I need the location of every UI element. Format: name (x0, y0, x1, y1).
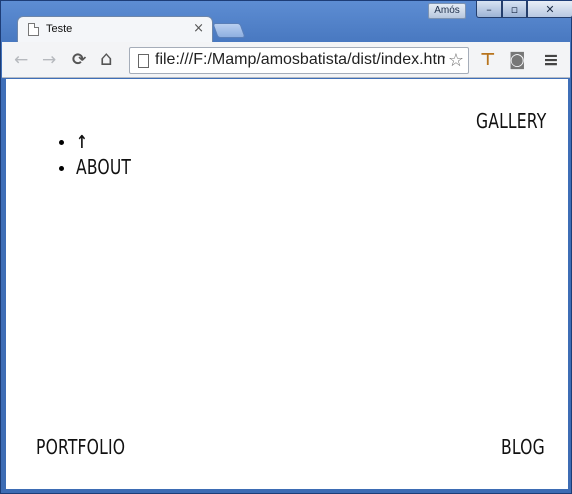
page-icon (28, 23, 39, 36)
extension-icon[interactable]: ⊤ (480, 50, 496, 70)
address-bar[interactable]: file:///F:/Mamp/amosbatista/dist/index.h… (129, 47, 469, 74)
list-item: ABOUT (76, 155, 147, 181)
tab-close-icon[interactable]: × (193, 21, 204, 36)
blog-link[interactable]: BLOG (501, 435, 545, 459)
page-viewport: ↑ ABOUT GALLERY PORTFOLIO BLOG (6, 79, 568, 489)
portfolio-link[interactable]: PORTFOLIO (36, 435, 125, 459)
window-controls: – ▫ ✕ (476, 1, 572, 19)
title-bar: Amós – ▫ ✕ Teste × (1, 1, 572, 43)
up-arrow-icon[interactable]: ↑ (76, 131, 88, 155)
page-icon (138, 54, 149, 68)
nav-list: ↑ ABOUT (56, 131, 147, 181)
close-window-button[interactable]: ✕ (527, 1, 572, 18)
minimize-button[interactable]: – (476, 1, 502, 18)
home-icon[interactable]: ⌂ (100, 48, 113, 68)
profile-button[interactable]: Amós (428, 3, 466, 19)
gallery-link[interactable]: GALLERY (476, 109, 546, 133)
forward-arrow-icon[interactable]: → (42, 50, 56, 70)
menu-icon[interactable]: ≡ (543, 50, 559, 70)
about-link[interactable]: ABOUT (76, 155, 131, 179)
new-tab-button[interactable] (212, 23, 246, 38)
tab-title: Teste (46, 23, 73, 35)
bookmark-star-icon[interactable]: ☆ (448, 50, 464, 71)
back-arrow-icon[interactable]: ← (14, 50, 28, 70)
reload-icon[interactable]: ⟳ (72, 50, 86, 70)
browser-window: Amós – ▫ ✕ Teste × ← → ⟳ ⌂ file:///F:/Ma… (0, 0, 572, 494)
camera-icon[interactable]: ◙ (509, 50, 526, 70)
maximize-button[interactable]: ▫ (502, 1, 527, 18)
browser-toolbar: ← → ⟳ ⌂ file:///F:/Mamp/amosbatista/dist… (2, 42, 570, 78)
tab-teste[interactable]: Teste × (17, 16, 213, 43)
list-item: ↑ (76, 131, 147, 155)
url-text[interactable]: file:///F:/Mamp/amosbatista/dist/index.h… (155, 51, 445, 69)
